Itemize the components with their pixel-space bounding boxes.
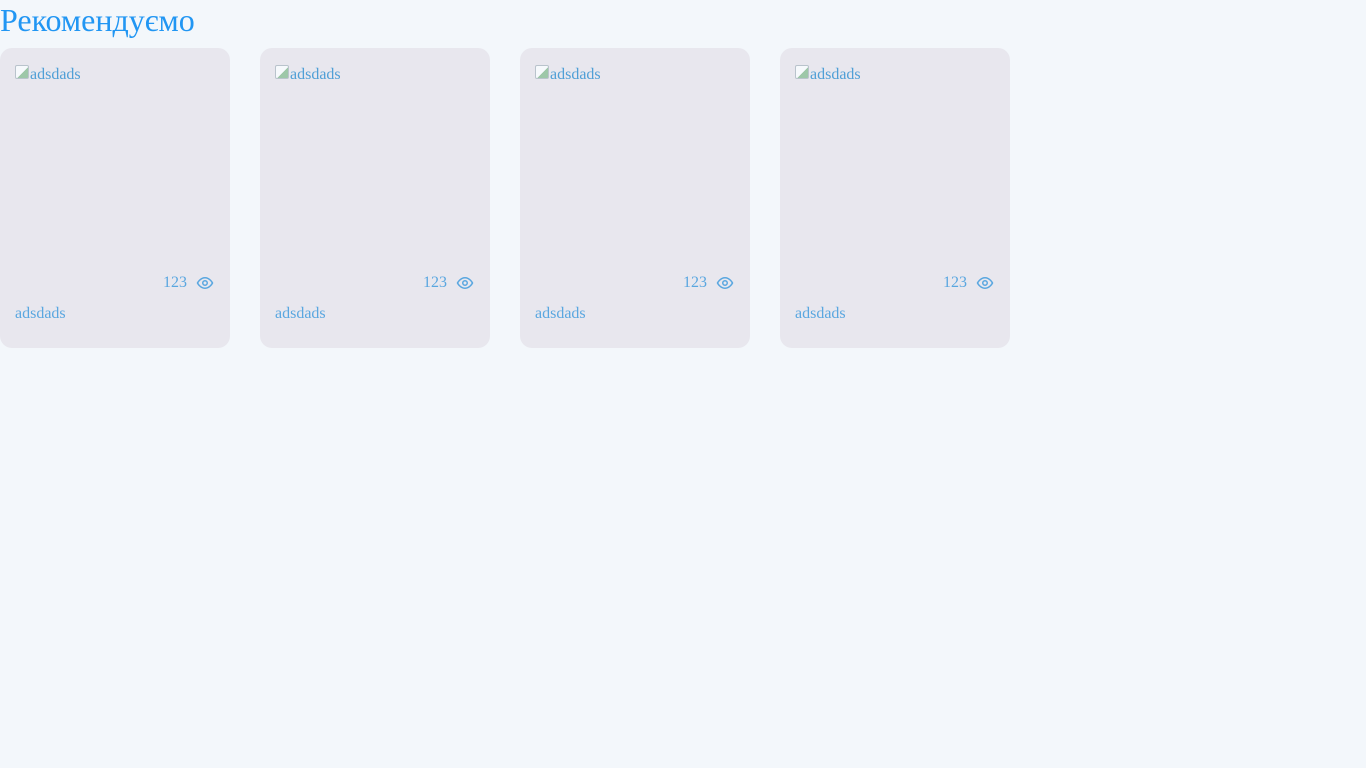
- broken-image-icon: [275, 65, 289, 79]
- card-image-alt: adsdads: [550, 66, 601, 83]
- eye-icon: [196, 276, 214, 290]
- eye-icon: [976, 276, 994, 290]
- section-title: Рекомендуємо: [0, 2, 195, 38]
- card-title[interactable]: adsdads: [535, 305, 586, 323]
- recommendation-card[interactable]: adsdads 123 adsdads: [260, 48, 490, 348]
- recommendation-card[interactable]: adsdads 123 adsdads: [0, 48, 230, 348]
- recommendation-cards: adsdads 123 adsdads adsdads 123 adsdads …: [0, 48, 1010, 348]
- views-count: 123: [423, 274, 447, 291]
- recommendations-page: Рекомендуємо adsdads 123 adsdads adsdads: [0, 0, 1366, 768]
- card-title[interactable]: adsdads: [795, 305, 846, 323]
- broken-image-icon: [15, 65, 29, 79]
- eye-icon: [456, 276, 474, 290]
- card-image: adsdads: [535, 63, 735, 263]
- card-image: adsdads: [795, 63, 995, 263]
- views-count: 123: [683, 274, 707, 291]
- broken-image-icon: [535, 65, 549, 79]
- recommendation-card[interactable]: adsdads 123 adsdads: [780, 48, 1010, 348]
- views-count: 123: [163, 274, 187, 291]
- views-count: 123: [943, 274, 967, 291]
- views-counter: 123: [163, 274, 214, 292]
- card-title[interactable]: adsdads: [15, 305, 66, 323]
- card-title[interactable]: adsdads: [275, 305, 326, 323]
- views-counter: 123: [683, 274, 734, 292]
- eye-icon: [716, 276, 734, 290]
- views-counter: 123: [943, 274, 994, 292]
- views-counter: 123: [423, 274, 474, 292]
- card-image: adsdads: [275, 63, 475, 263]
- broken-image-icon: [795, 65, 809, 79]
- recommendation-card[interactable]: adsdads 123 adsdads: [520, 48, 750, 348]
- card-image: adsdads: [15, 63, 215, 263]
- card-image-alt: adsdads: [810, 66, 861, 83]
- card-image-alt: adsdads: [290, 66, 341, 83]
- card-image-alt: adsdads: [30, 66, 81, 83]
